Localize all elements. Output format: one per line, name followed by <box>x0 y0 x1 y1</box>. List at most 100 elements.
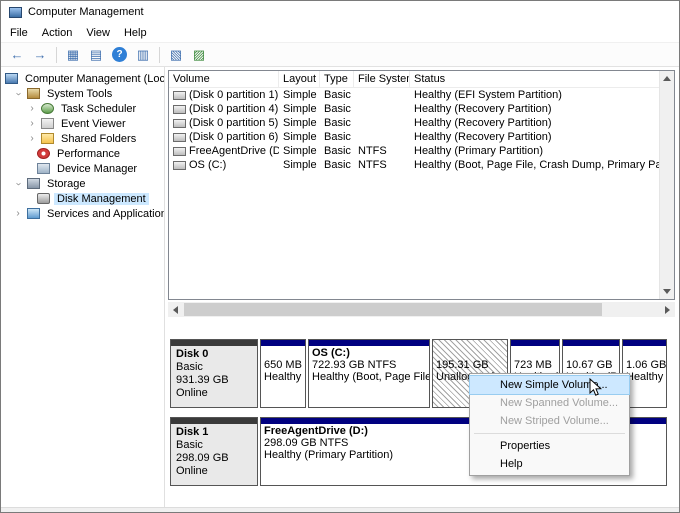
device-manager-icon <box>37 163 50 174</box>
disk-1-header[interactable]: Disk 1 Basic 298.09 GB Online <box>170 417 258 486</box>
forward-icon[interactable]: → <box>29 45 51 65</box>
menu-separator <box>474 433 625 434</box>
volume-type: Basic <box>320 117 354 129</box>
disk-size: 931.39 GB <box>176 374 252 387</box>
volume-name: OS (C:) <box>189 159 226 171</box>
menu-item-new-spanned-volume: New Spanned Volume... <box>470 394 629 412</box>
mouse-cursor <box>589 378 602 400</box>
help-icon[interactable]: ? <box>112 47 127 62</box>
chevron-down-icon[interactable]: › <box>13 179 23 189</box>
volume-status: Healthy (Recovery Partition) <box>410 117 659 129</box>
table-row[interactable]: FreeAgentDrive (D:) Simple Basic NTFS He… <box>169 144 659 158</box>
volume-status: Healthy (Recovery Partition) <box>410 131 659 143</box>
disk-size: 298.09 GB <box>176 452 252 465</box>
partition-os-c[interactable]: OS (C:) 722.93 GB NTFS Healthy (Boot, Pa… <box>308 339 430 408</box>
menu-action[interactable]: Action <box>35 25 80 41</box>
chevron-right-icon[interactable]: › <box>27 104 37 114</box>
volume-layout: Simple <box>279 103 320 115</box>
tree-item-device-manager[interactable]: Device Manager <box>1 161 164 176</box>
volume-icon <box>173 119 186 128</box>
performance-icon <box>37 148 50 159</box>
toolbar-separator <box>56 47 57 63</box>
disk-status: Online <box>176 465 252 478</box>
table-row[interactable]: (Disk 0 partition 5) Simple Basic Health… <box>169 116 659 130</box>
window-icon <box>9 7 22 18</box>
window-bottom-edge <box>1 507 679 513</box>
partition-size: 10.67 GB <box>566 359 616 371</box>
column-header-volume[interactable]: Volume <box>169 71 279 87</box>
volume-status: Healthy (Boot, Page File, Crash Dump, Pr… <box>410 159 659 171</box>
disk-name: Disk 1 <box>176 426 252 439</box>
scroll-right-icon[interactable] <box>660 302 675 317</box>
services-applications-icon <box>27 208 40 219</box>
menu-item-new-striped-volume: New Striped Volume... <box>470 412 629 430</box>
export-list-icon[interactable]: ▥ <box>132 45 154 65</box>
partition-size: 1.06 GB <box>626 359 663 371</box>
scroll-down-icon[interactable] <box>660 284 674 299</box>
console-tree-icon[interactable]: ▦ <box>62 45 84 65</box>
disk-status: Online <box>176 387 252 400</box>
storage-icon <box>27 178 40 189</box>
vertical-scrollbar[interactable] <box>659 71 674 299</box>
chevron-right-icon[interactable]: › <box>27 119 37 129</box>
volume-status: Healthy (Primary Partition) <box>410 145 659 157</box>
menu-help[interactable]: Help <box>117 25 154 41</box>
titlebar: Computer Management <box>1 1 679 23</box>
horizontal-scrollbar[interactable] <box>168 302 675 317</box>
chevron-right-icon[interactable]: › <box>13 209 23 219</box>
scrollbar-thumb[interactable] <box>184 303 602 316</box>
menu-view[interactable]: View <box>79 25 117 41</box>
table-row[interactable]: OS (C:) Simple Basic NTFS Healthy (Boot,… <box>169 158 659 172</box>
volume-type: Basic <box>320 103 354 115</box>
table-row[interactable]: (Disk 0 partition 1) Simple Basic Health… <box>169 88 659 102</box>
disk-0-header[interactable]: Disk 0 Basic 931.39 GB Online <box>170 339 258 408</box>
partition-title <box>514 347 556 359</box>
tree-item-performance[interactable]: Performance <box>1 146 164 161</box>
scroll-left-icon[interactable] <box>168 302 183 317</box>
refresh-icon[interactable]: ▨ <box>188 45 210 65</box>
volume-icon <box>173 91 186 100</box>
tree-item-label: Disk Management <box>54 193 149 205</box>
volume-layout: Simple <box>279 145 320 157</box>
tree-item-event-viewer[interactable]: › Event Viewer <box>1 116 164 131</box>
volume-layout: Simple <box>279 117 320 129</box>
back-icon[interactable]: ← <box>6 45 28 65</box>
table-row[interactable]: (Disk 0 partition 6) Simple Basic Health… <box>169 130 659 144</box>
chevron-right-icon[interactable]: › <box>27 134 37 144</box>
computer-icon <box>5 73 18 84</box>
chevron-down-icon[interactable]: › <box>13 89 23 99</box>
partition-size: 723 MB <box>514 359 556 371</box>
tree-item-shared-folders[interactable]: › Shared Folders <box>1 131 164 146</box>
toolbar: ← → ▦ ▤ ? ▥ ▧ ▨ <box>1 42 679 67</box>
disk-management-icon <box>37 193 50 204</box>
volume-icon <box>173 105 186 114</box>
tree-item-system-tools[interactable]: › System Tools <box>1 86 164 101</box>
scroll-up-icon[interactable] <box>660 71 674 86</box>
menu-item-help[interactable]: Help <box>470 455 629 473</box>
partition-info: Healthy (Boot, Page File, Crash Dump, Pr… <box>312 371 426 383</box>
volume-layout: Simple <box>279 159 320 171</box>
volume-status: Healthy (Recovery Partition) <box>410 103 659 115</box>
tree-item-task-scheduler[interactable]: › Task Scheduler <box>1 101 164 116</box>
volume-icon <box>173 147 186 156</box>
column-header-layout[interactable]: Layout <box>279 71 320 87</box>
computer-management-window: Computer Management File Action View Hel… <box>0 0 680 513</box>
partition-size: 722.93 GB NTFS <box>312 359 426 371</box>
window-title: Computer Management <box>28 6 144 18</box>
column-header-file-system[interactable]: File System <box>354 71 410 87</box>
tree-item-storage[interactable]: › Storage <box>1 176 164 191</box>
menu-item-properties[interactable]: Properties <box>470 437 629 455</box>
partition-title <box>264 347 302 359</box>
menu-item-new-simple-volume[interactable]: New Simple Volume... <box>470 376 629 394</box>
tree-root-computer-management[interactable]: Computer Management (Local) <box>1 71 164 86</box>
tree-item-disk-management[interactable]: Disk Management <box>1 191 164 206</box>
menu-file[interactable]: File <box>3 25 35 41</box>
partition-efi[interactable]: 650 MB Healthy <box>260 339 306 408</box>
action-pane-icon[interactable]: ▧ <box>165 45 187 65</box>
tree-item-services-and-applications[interactable]: › Services and Applications <box>1 206 164 221</box>
properties-icon[interactable]: ▤ <box>85 45 107 65</box>
table-row[interactable]: (Disk 0 partition 4) Simple Basic Health… <box>169 102 659 116</box>
toolbar-separator <box>159 47 160 63</box>
column-header-type[interactable]: Type <box>320 71 354 87</box>
column-header-status[interactable]: Status <box>410 71 659 87</box>
